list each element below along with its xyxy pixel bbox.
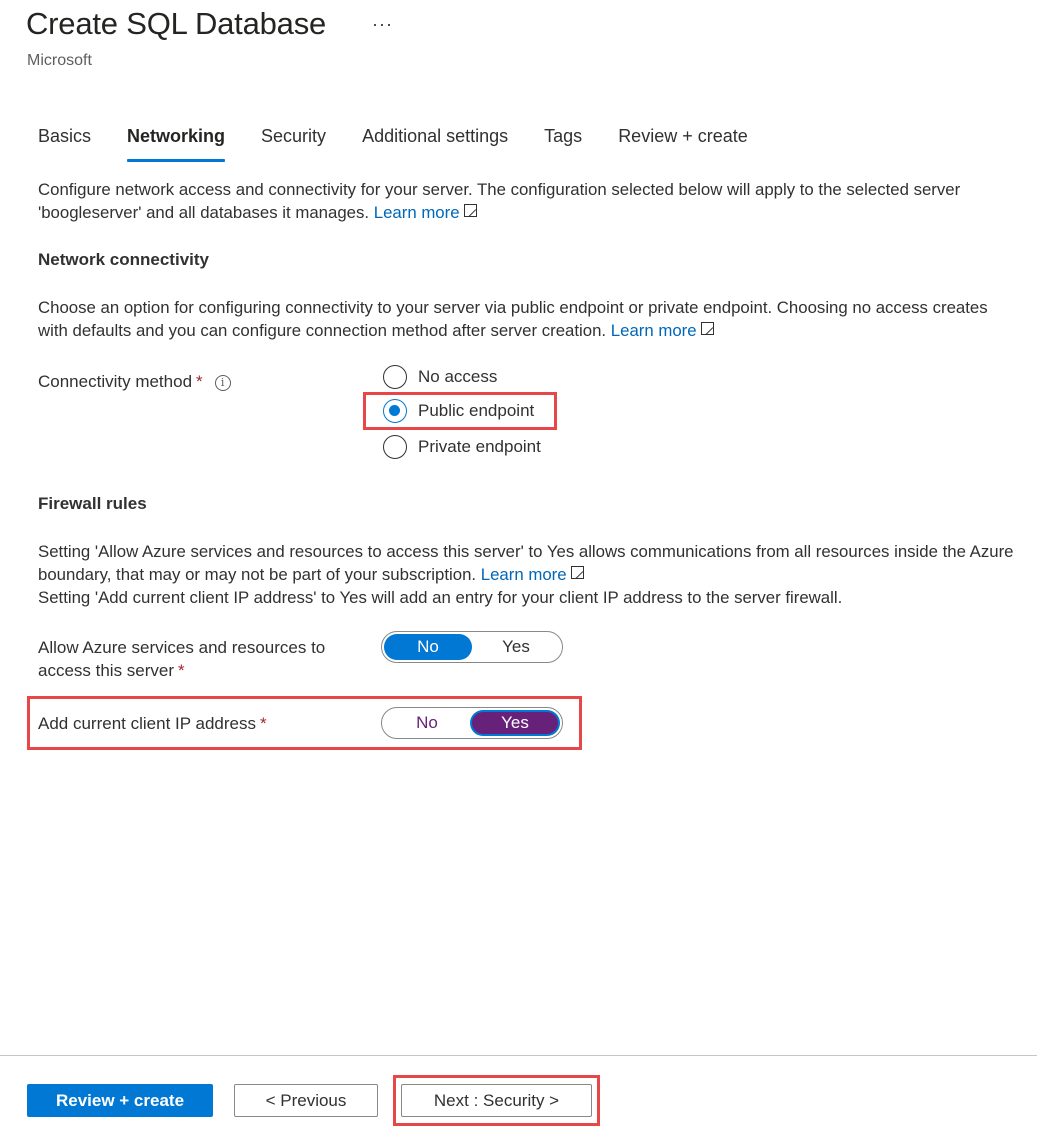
page-subtitle: Microsoft	[27, 52, 92, 69]
required-asterisk: *	[259, 714, 267, 733]
allow-azure-services-label: Allow Azure services and resources to ac…	[38, 636, 325, 682]
toggle-option-yes[interactable]: Yes	[472, 634, 560, 660]
review-create-button[interactable]: Review + create	[27, 1084, 213, 1117]
radio-button-selected[interactable]	[383, 399, 407, 423]
tab-security[interactable]: Security	[261, 126, 326, 162]
tab-basics[interactable]: Basics	[38, 126, 91, 162]
tab-additional-settings[interactable]: Additional settings	[362, 126, 508, 162]
client-ip-label-text: Add current client IP address	[38, 714, 256, 733]
previous-button[interactable]: < Previous	[234, 1084, 378, 1117]
allow-azure-label-line1: Allow Azure services and resources to	[38, 638, 326, 657]
network-connectivity-heading: Network connectivity	[38, 250, 209, 269]
allow-azure-label-line2: access this server	[38, 661, 175, 680]
ellipsis-icon[interactable]: ···	[372, 14, 393, 35]
radio-no-access[interactable]: No access	[383, 364, 497, 390]
intro-text: Configure network access and connectivit…	[38, 180, 961, 222]
page-title: Create SQL Database	[26, 6, 327, 41]
radio-private-endpoint[interactable]: Private endpoint	[383, 434, 541, 460]
network-connectivity-description: Choose an option for configuring connect…	[38, 296, 1018, 342]
footer-divider	[0, 1055, 1037, 1056]
toggle-option-no[interactable]: No	[384, 634, 472, 660]
radio-public-endpoint[interactable]: Public endpoint	[383, 398, 534, 424]
intro-description: Configure network access and connectivit…	[38, 178, 1018, 224]
firewall-learn-more-link[interactable]: Learn more	[481, 565, 567, 584]
firewall-description: Setting 'Allow Azure services and resour…	[38, 540, 1018, 609]
radio-label: Private endpoint	[418, 437, 541, 456]
next-security-button[interactable]: Next : Security >	[401, 1084, 592, 1117]
tab-networking[interactable]: Networking	[127, 126, 226, 162]
add-client-ip-toggle[interactable]: No Yes	[381, 707, 563, 739]
intro-learn-more-link[interactable]: Learn more	[374, 203, 460, 222]
allow-azure-services-toggle[interactable]: No Yes	[381, 631, 563, 663]
tab-review-create[interactable]: Review + create	[618, 126, 748, 162]
toggle-option-yes[interactable]: Yes	[472, 712, 558, 734]
connectivity-method-text: Connectivity method	[38, 372, 193, 391]
network-connectivity-text: Choose an option for configuring connect…	[38, 298, 988, 340]
tab-bar: Basics Networking Security Additional se…	[38, 126, 784, 162]
radio-label: No access	[418, 367, 498, 386]
external-link-icon	[463, 203, 478, 217]
client-ip-label: Add current client IP address *	[38, 712, 267, 735]
external-link-icon	[700, 321, 715, 335]
required-asterisk: *	[178, 661, 185, 680]
firewall-rules-heading: Firewall rules	[38, 494, 147, 513]
toggle-option-no[interactable]: No	[384, 710, 470, 736]
connectivity-method-label: Connectivity method * i	[38, 370, 231, 393]
network-learn-more-link[interactable]: Learn more	[611, 321, 697, 340]
radio-button[interactable]	[383, 365, 407, 389]
info-icon[interactable]: i	[214, 375, 231, 391]
external-link-icon	[570, 565, 585, 579]
required-asterisk: *	[196, 372, 203, 391]
radio-label: Public endpoint	[418, 401, 535, 420]
tab-tags[interactable]: Tags	[544, 126, 582, 162]
firewall-text-2: Setting 'Add current client IP address' …	[38, 588, 843, 607]
radio-button[interactable]	[383, 435, 407, 459]
